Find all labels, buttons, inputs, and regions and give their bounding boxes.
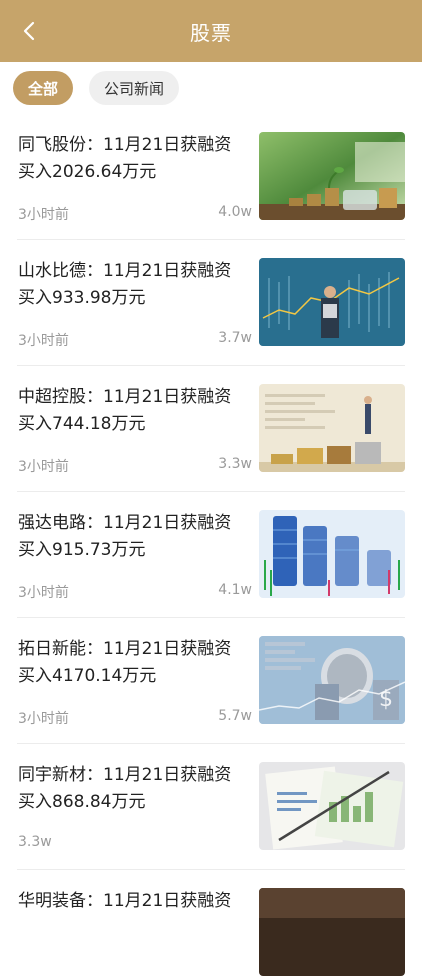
news-list: 同飞股份：11月21日获融资买入2026.64万元 3小时前 4.0w 山水比德… <box>0 114 422 976</box>
article-views: 5.7w <box>218 708 252 724</box>
article-thumbnail <box>259 132 405 220</box>
article-thumbnail <box>259 258 405 346</box>
article-thumbnail: $ <box>259 636 405 724</box>
list-item[interactable]: 中超控股：11月21日获融资买入744.18万元 3小时前 3.3w <box>17 366 405 492</box>
article-thumbnail <box>259 510 405 598</box>
list-item[interactable]: 强达电路：11月21日获融资买入915.73万元 3小时前 4.1w <box>17 492 405 618</box>
article-time: 3小时前 <box>18 333 69 349</box>
list-item[interactable]: 拓日新能：11月21日获融资买入4170.14万元 3小时前 5.7w $ <box>17 618 405 744</box>
article-title: 拓日新能：11月21日获融资买入4170.14万元 <box>18 639 232 686</box>
article-title: 山水比德：11月21日获融资买入933.98万元 <box>18 261 232 308</box>
article-title: 华明装备：11月21日获融资 <box>18 891 232 911</box>
article-title: 同宇新材：11月21日获融资买入868.84万元 <box>18 765 232 812</box>
list-item[interactable]: 同宇新材：11月21日获融资买入868.84万元 3.3w <box>17 744 405 870</box>
article-thumbnail <box>259 888 405 976</box>
article-thumbnail <box>259 384 405 472</box>
list-item[interactable]: 华明装备：11月21日获融资 <box>17 870 405 976</box>
article-time: 3小时前 <box>18 459 69 475</box>
article-views: 3.3w <box>218 456 252 472</box>
tab-all[interactable]: 全部 <box>13 71 74 105</box>
list-item[interactable]: 山水比德：11月21日获融资买入933.98万元 3小时前 3.7w <box>17 240 405 366</box>
article-time: 3小时前 <box>18 711 69 727</box>
article-time: 3小时前 <box>18 207 69 223</box>
category-tabs: 全部 公司新闻 <box>0 62 422 114</box>
back-button[interactable] <box>14 16 44 46</box>
article-thumbnail <box>259 762 405 850</box>
top-nav-bar: 股票 <box>0 0 422 62</box>
article-time: 3小时前 <box>18 585 69 601</box>
article-title: 中超控股：11月21日获融资买入744.18万元 <box>18 387 232 434</box>
list-item[interactable]: 同飞股份：11月21日获融资买入2026.64万元 3小时前 4.0w <box>17 114 405 240</box>
page-title: 股票 <box>190 20 232 45</box>
tab-company-news[interactable]: 公司新闻 <box>89 71 180 105</box>
article-views: 3.3w <box>18 834 52 850</box>
article-views: 4.0w <box>218 204 252 220</box>
chevron-left-icon <box>23 21 35 41</box>
article-views: 4.1w <box>218 582 252 598</box>
article-title: 同飞股份：11月21日获融资买入2026.64万元 <box>18 135 232 182</box>
article-views: 3.7w <box>218 330 252 346</box>
article-title: 强达电路：11月21日获融资买入915.73万元 <box>18 513 232 560</box>
